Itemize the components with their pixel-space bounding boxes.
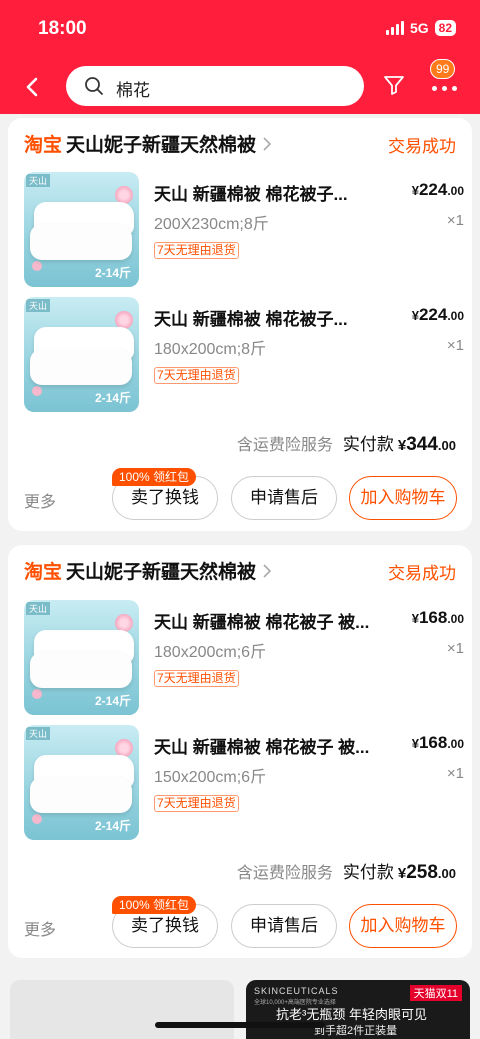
return-policy-tag: 7天无理由退货 bbox=[154, 795, 239, 812]
order-card[interactable]: 淘宝 天山妮子新疆天然棉被 交易成功 天山 2-14斤 天山 新疆棉被 棉花被子… bbox=[8, 545, 472, 958]
order-card[interactable]: 淘宝 天山妮子新疆天然棉被 交易成功 天山 2-14斤 天山 新疆棉被 棉花被子… bbox=[8, 118, 472, 531]
shipping-insurance-label: 含运费险服务 bbox=[236, 865, 333, 882]
more-dots-icon bbox=[432, 86, 457, 91]
more-actions-link[interactable]: 更多 bbox=[24, 488, 56, 512]
product-spec: 180x200cm;6斤 bbox=[154, 644, 267, 661]
red-packet-badge: 100% 领红包 bbox=[112, 468, 197, 486]
product-spec: 150x200cm;6斤 bbox=[154, 769, 267, 786]
product-thumbnail[interactable]: 天山 2-14斤 bbox=[24, 172, 139, 287]
filter-icon[interactable] bbox=[382, 73, 406, 97]
red-packet-badge: 100% 领红包 bbox=[112, 896, 197, 914]
quilt-image bbox=[30, 777, 132, 813]
shipping-insurance-label: 含运费险服务 bbox=[236, 437, 333, 454]
product-price: ¥168.00 bbox=[411, 608, 464, 627]
order-status: 交易成功 bbox=[388, 564, 456, 583]
product-thumbnail[interactable]: 天山 2-14斤 bbox=[24, 725, 139, 840]
add-to-cart-button[interactable]: 加入购物车 bbox=[349, 476, 457, 520]
status-time: 18:00 bbox=[38, 18, 87, 39]
chevron-right-icon bbox=[263, 136, 272, 151]
more-actions-link[interactable]: 更多 bbox=[24, 916, 56, 940]
order-total-row: 含运费险服务 实付款 ¥344.00 bbox=[237, 430, 456, 456]
order-item[interactable]: 天山 2-14斤 天山 新疆棉被 棉花被子 被... 180x200cm;6斤 … bbox=[24, 600, 464, 718]
order-item[interactable]: 天山 2-14斤 天山 新疆棉被 棉花被子... 200X230cm;8斤 7天… bbox=[24, 172, 464, 290]
product-title: 天山 新疆棉被 棉花被子... bbox=[154, 185, 348, 204]
shop-name: 天山妮子新疆天然棉被 bbox=[66, 135, 257, 156]
ad-banner[interactable]: SKINCEUTICALS 全球10,000+高端医院专业选择 天猫双11 抗老… bbox=[246, 980, 470, 1039]
thumb-size: 2-14斤 bbox=[94, 694, 131, 708]
order-item[interactable]: 天山 2-14斤 天山 新疆棉被 棉花被子 被... 150x200cm;6斤 … bbox=[24, 725, 464, 843]
paid-label: 实付款 bbox=[342, 863, 394, 882]
product-quantity: ×1 bbox=[446, 337, 464, 354]
paid-amount: ¥344.00 bbox=[397, 434, 456, 455]
product-title: 天山 新疆棉被 棉花被子 被... bbox=[154, 613, 370, 632]
search-query: 棉花 bbox=[116, 81, 150, 100]
return-policy-tag: 7天无理由退货 bbox=[154, 670, 239, 687]
back-icon[interactable] bbox=[18, 72, 48, 102]
shop-name: 天山妮子新疆天然棉被 bbox=[66, 562, 257, 583]
thumb-size: 2-14斤 bbox=[94, 391, 131, 405]
shop-header[interactable]: 淘宝 天山妮子新疆天然棉被 bbox=[24, 130, 272, 157]
product-price: ¥224.00 bbox=[411, 305, 464, 324]
chevron-right-icon bbox=[263, 563, 272, 578]
flower-decoration bbox=[32, 814, 42, 824]
add-to-cart-button[interactable]: 加入购物车 bbox=[349, 904, 457, 948]
product-title: 天山 新疆棉被 棉花被子... bbox=[154, 310, 348, 329]
home-indicator[interactable] bbox=[155, 1022, 325, 1028]
signal-icon bbox=[385, 21, 404, 35]
thumb-brand: 天山 bbox=[26, 174, 51, 187]
platform-label: 淘宝 bbox=[24, 135, 63, 156]
status-bar: 18:00 5G 82 bbox=[0, 0, 480, 60]
product-thumbnail[interactable]: 天山 2-14斤 bbox=[24, 600, 139, 715]
paid-amount: ¥258.00 bbox=[397, 862, 456, 883]
ad-tmall-tag: 天猫双11 bbox=[409, 985, 462, 1001]
thumb-brand: 天山 bbox=[26, 602, 51, 615]
quilt-image bbox=[30, 349, 132, 385]
search-header: 棉花 99 bbox=[0, 59, 480, 114]
battery-icon: 82 bbox=[434, 20, 456, 36]
product-quantity: ×1 bbox=[446, 212, 464, 229]
flower-decoration bbox=[32, 386, 42, 396]
network-label: 5G bbox=[409, 20, 429, 36]
search-icon bbox=[85, 77, 103, 95]
quilt-image bbox=[30, 652, 132, 688]
return-policy-tag: 7天无理由退货 bbox=[154, 367, 239, 384]
product-spec: 180x200cm;8斤 bbox=[154, 341, 267, 358]
flower-decoration bbox=[32, 261, 42, 271]
recommendation-card[interactable] bbox=[10, 980, 234, 1039]
paid-label: 实付款 bbox=[342, 435, 394, 454]
shop-header[interactable]: 淘宝 天山妮子新疆天然棉被 bbox=[24, 557, 272, 584]
product-quantity: ×1 bbox=[446, 765, 464, 782]
quilt-image bbox=[30, 224, 132, 260]
product-price: ¥168.00 bbox=[411, 733, 464, 752]
thumb-size: 2-14斤 bbox=[94, 819, 131, 833]
order-item[interactable]: 天山 2-14斤 天山 新疆棉被 棉花被子... 180x200cm;8斤 7天… bbox=[24, 297, 464, 415]
product-title: 天山 新疆棉被 棉花被子 被... bbox=[154, 738, 370, 757]
platform-label: 淘宝 bbox=[24, 562, 63, 583]
order-status: 交易成功 bbox=[388, 137, 456, 156]
after-sales-button[interactable]: 申请售后 bbox=[231, 476, 337, 520]
thumb-size: 2-14斤 bbox=[94, 266, 131, 280]
ad-subline: 到手超2件正装量 bbox=[314, 1025, 398, 1037]
product-thumbnail[interactable]: 天山 2-14斤 bbox=[24, 297, 139, 412]
message-count-badge: 99 bbox=[430, 59, 456, 79]
search-input[interactable]: 棉花 bbox=[66, 66, 364, 106]
thumb-brand: 天山 bbox=[26, 299, 51, 312]
ad-brand: SKINCEUTICALS bbox=[254, 986, 339, 996]
status-indicators: 5G 82 bbox=[385, 20, 456, 36]
product-price: ¥224.00 bbox=[411, 180, 464, 199]
order-total-row: 含运费险服务 实付款 ¥258.00 bbox=[237, 858, 456, 884]
after-sales-button[interactable]: 申请售后 bbox=[231, 904, 337, 948]
thumb-brand: 天山 bbox=[26, 727, 51, 740]
flower-decoration bbox=[32, 689, 42, 699]
return-policy-tag: 7天无理由退货 bbox=[154, 242, 239, 259]
ad-headline: 抗老³无瓶颈 年轻肉眼可见 bbox=[276, 1007, 427, 1022]
product-quantity: ×1 bbox=[446, 640, 464, 657]
product-spec: 200X230cm;8斤 bbox=[154, 216, 269, 233]
